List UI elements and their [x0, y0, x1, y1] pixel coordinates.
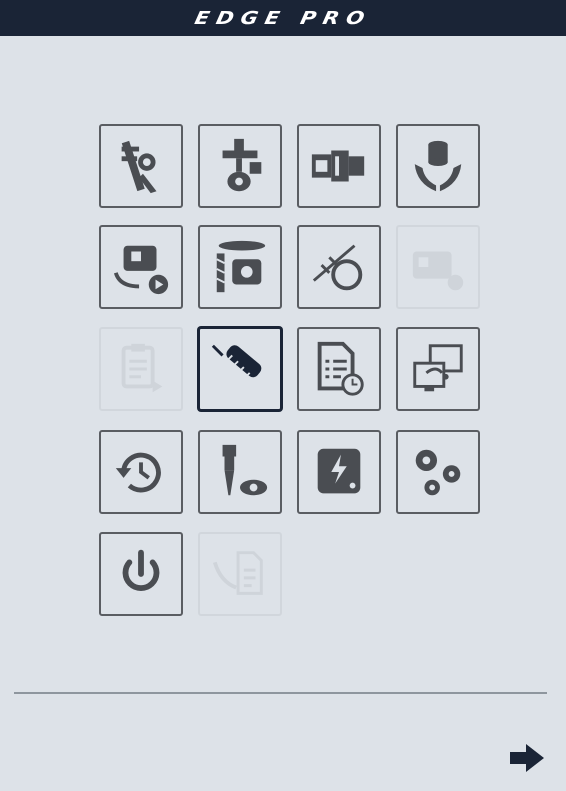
tile-cost[interactable]: [396, 124, 480, 208]
spindle-probe-icon: [222, 138, 262, 192]
endmill-cutter-icon: [216, 240, 266, 293]
document-transfer-icon: [212, 551, 263, 595]
tile-tool-inspect[interactable]: [198, 430, 282, 514]
tile-document-timer[interactable]: [297, 327, 381, 411]
circle-probe-icon: [312, 244, 363, 291]
arrow-right-icon: [510, 744, 544, 772]
tool-change-cycle-icon: [113, 245, 169, 295]
tile-tool-change[interactable]: [99, 225, 183, 309]
tile-history[interactable]: [99, 430, 183, 514]
sensor-probe-icon: [211, 344, 262, 378]
tile-report-disabled: [99, 327, 183, 411]
clipboard-report-icon: [121, 343, 163, 393]
tile-document-transfer-disabled: [198, 532, 282, 616]
footer-divider: [14, 692, 547, 694]
drive-power-icon: [317, 448, 361, 494]
tile-drive[interactable]: [297, 430, 381, 514]
tile-spindle[interactable]: [198, 124, 282, 208]
settings-gears-icon: [415, 449, 461, 496]
remote-display-icon: [413, 344, 463, 392]
tile-settings[interactable]: [396, 430, 480, 514]
caliper-wrench-icon: [121, 140, 157, 194]
document-timer-icon: [317, 341, 364, 396]
tool-holder-disabled-icon: [412, 251, 464, 291]
tile-remote-display[interactable]: [396, 327, 480, 411]
tile-sensor-probe[interactable]: [198, 327, 282, 411]
history-clock-icon: [115, 452, 161, 493]
next-button[interactable]: [505, 738, 549, 778]
tile-endmill[interactable]: [198, 225, 282, 309]
tile-holder-disabled: [396, 225, 480, 309]
hands-coins-icon: [414, 140, 462, 192]
tile-caliper[interactable]: [99, 124, 183, 208]
tile-power[interactable]: [99, 532, 183, 616]
tile-holder[interactable]: [297, 124, 381, 208]
power-icon: [122, 549, 160, 592]
tile-circle-probe[interactable]: [297, 225, 381, 309]
tool-holder-icon: [311, 150, 365, 182]
tool-inspect-icon: [222, 444, 268, 496]
menu-grid: [0, 0, 566, 640]
